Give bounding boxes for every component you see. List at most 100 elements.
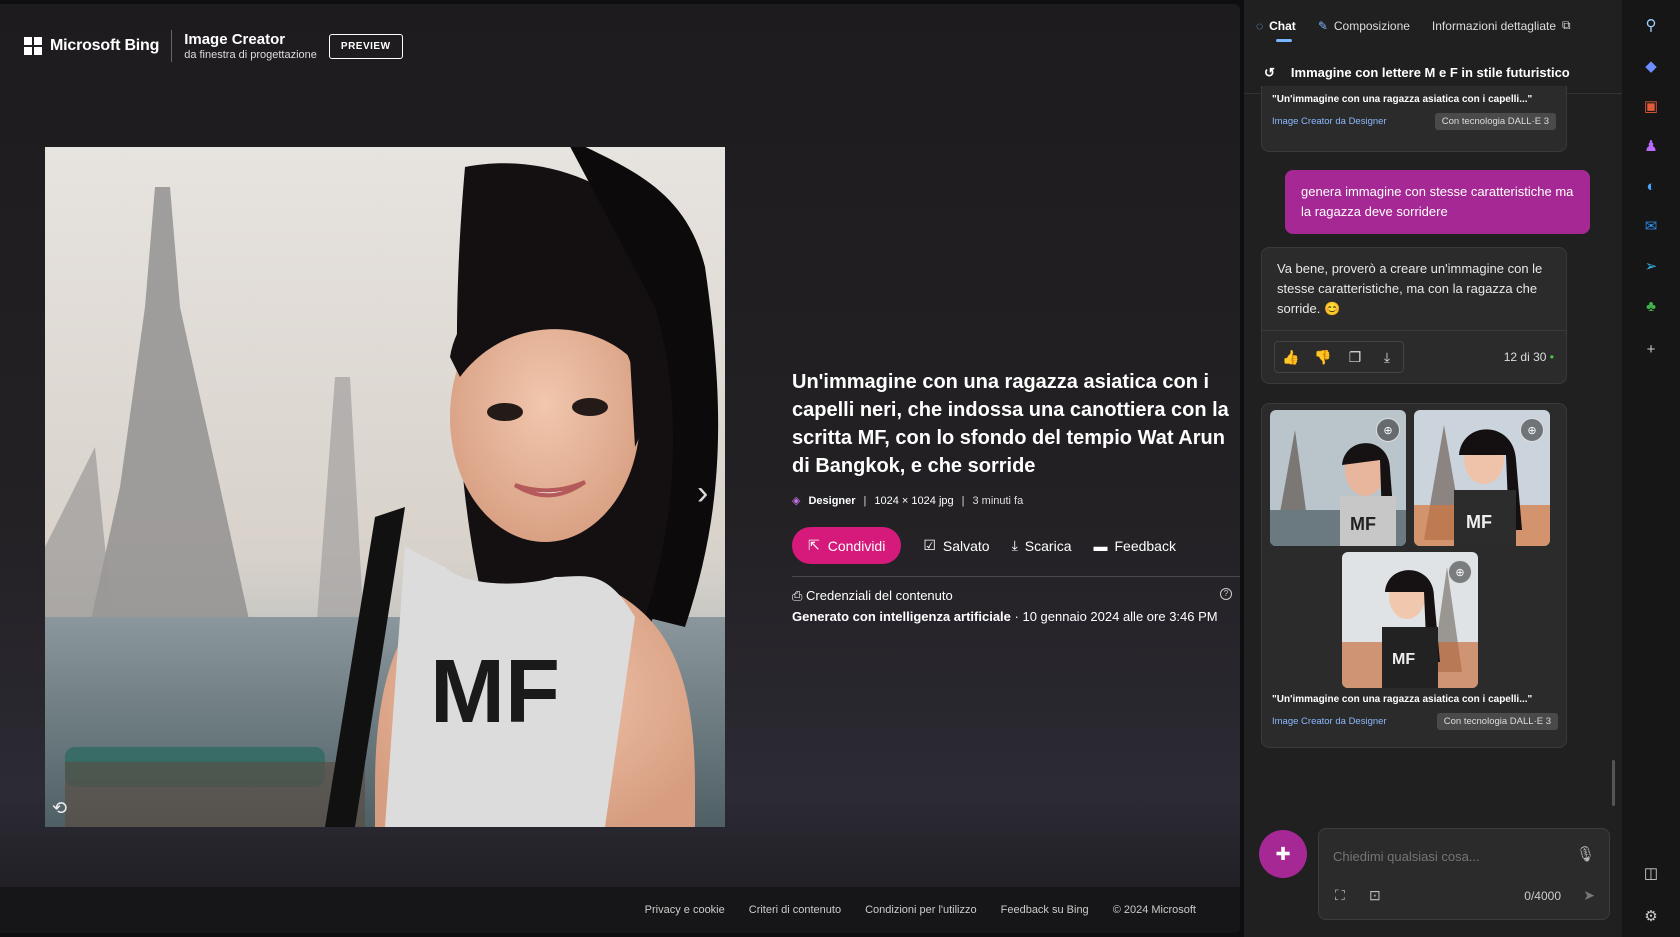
games-icon[interactable]: ♟ — [1640, 135, 1662, 157]
chat-icon: ◌ — [1256, 18, 1264, 33]
image-prompt-title: Un'immagine con una ragazza asiatica con… — [792, 371, 1229, 477]
image-caption: "Un'immagine con una ragazza asiatica co… — [1272, 94, 1533, 105]
app-subtitle: da finestra di progettazione — [184, 49, 317, 61]
tab-compose-label: Composizione — [1333, 18, 1410, 33]
user-message: genera immagine con stesse caratteristic… — [1285, 170, 1590, 234]
windows-logo-icon — [24, 37, 42, 55]
tab-chat[interactable]: ◌ Chat — [1256, 18, 1296, 42]
app-title: Image Creator — [184, 31, 286, 48]
send-icon[interactable]: ➤ — [1583, 887, 1595, 904]
meta-separator: | — [863, 494, 867, 507]
footer-link-feedback[interactable]: Feedback su Bing — [1001, 904, 1089, 916]
bot-message-text: Va bene, proverò a creare un'immagine co… — [1262, 248, 1566, 331]
feedback-button[interactable]: ▬ Feedback — [1093, 538, 1175, 554]
chat-composer: 🎙 ⛶ ⊡ 0/4000 ➤ — [1318, 828, 1610, 920]
download-button[interactable]: ⤓ Scarica — [1012, 537, 1072, 554]
copilot-icon[interactable]: ◐ — [1640, 175, 1662, 197]
toolbox-icon[interactable]: ▣ — [1640, 95, 1662, 117]
screenshot-icon[interactable]: ⛶ — [1335, 887, 1345, 904]
share-button[interactable]: ⇱ Condividi — [792, 527, 902, 564]
bing-logo[interactable]: Microsoft Bing — [24, 37, 159, 55]
send-plane-icon[interactable]: ➢ — [1640, 255, 1662, 277]
char-count: 0/4000 — [1524, 889, 1561, 903]
tab-insights-label: Informazioni dettagliate — [1431, 18, 1556, 33]
copilot-sidebar: ◌ Chat ✎ Composizione Informazioni detta… — [1244, 0, 1622, 937]
search-icon[interactable]: ⚲ — [1640, 14, 1662, 36]
outlook-icon[interactable]: ✉ — [1640, 215, 1662, 237]
svg-text:MF: MF — [1392, 651, 1415, 668]
svg-text:MF: MF — [1350, 514, 1376, 534]
footer-link-terms[interactable]: Condizioni per l'utilizzo — [865, 904, 977, 916]
divider — [171, 30, 173, 62]
share-label: Condividi — [827, 537, 886, 554]
image-creator-link[interactable]: Image Creator da Designer — [1272, 716, 1387, 727]
message-actions: 👍 👎 ❐ ⤓ — [1274, 341, 1404, 373]
thumbs-up-icon[interactable]: 👍 — [1275, 342, 1307, 372]
content-credentials: ⎙ Credenziali del contenuto Generato con… — [792, 588, 1232, 624]
brand-name: Microsoft Bing — [50, 37, 160, 54]
image-caption: "Un'immagine con una ragazza asiatica co… — [1272, 694, 1533, 705]
sidebar-toggle-icon[interactable]: ◫ — [1640, 862, 1662, 884]
tab-insights[interactable]: Informazioni dettagliate ⧉ — [1432, 18, 1571, 33]
chat-input[interactable] — [1333, 849, 1563, 864]
share-icon: ⇱ — [808, 537, 820, 553]
generated-image[interactable]: MF — [45, 147, 725, 827]
download-label: Scarica — [1024, 537, 1072, 554]
credentials-icon: ⎙ — [792, 588, 803, 603]
footer-link-content-policy[interactable]: Criteri di contenuto — [749, 904, 841, 916]
thumbnail-2[interactable]: MF ⊕ — [1414, 410, 1550, 546]
add-icon[interactable]: + — [1640, 338, 1662, 360]
bot-message: Va bene, proverò a creare un'immagine co… — [1261, 247, 1567, 384]
saved-check-icon: ☑ — [923, 537, 936, 553]
edge-side-rail: ⚲ ◆ ▣ ♟ ◐ ✉ ➢ ♣ + ◫ ⚙ — [1622, 0, 1680, 937]
image-grid-card: MF ⊕ MF ⊕ MF ⊕ "Un'immagine con una raga… — [1261, 403, 1567, 748]
microphone-icon[interactable]: 🎙 — [1576, 845, 1595, 863]
tab-compose[interactable]: ✎ Composizione — [1318, 19, 1410, 33]
sidebar-tabs: ◌ Chat ✎ Composizione Informazioni detta… — [1256, 18, 1571, 42]
feedback-icon: ▬ — [1093, 537, 1108, 554]
scrollbar[interactable] — [1612, 760, 1615, 806]
app-title-block: Image Creator da finestra di progettazio… — [184, 31, 317, 61]
content-credentials-pin-icon[interactable]: ⟲ — [52, 798, 67, 819]
image-source: Designer — [808, 494, 856, 507]
dalle-badge: Con tecnologia DALL·E 3 — [1436, 713, 1558, 730]
new-topic-button[interactable]: ✚ — [1259, 830, 1307, 878]
image-dimensions: 1024 × 1024 jpg — [874, 494, 954, 507]
image-time: 3 minuti fa — [972, 494, 1024, 507]
saved-button[interactable]: ☑ Salvato — [923, 537, 989, 554]
tag-icon[interactable]: ◆ — [1640, 55, 1662, 77]
thumbs-down-icon[interactable]: 👎 — [1307, 342, 1339, 372]
visual-search-icon[interactable]: ⊕ — [1448, 560, 1472, 584]
thumbnail-1[interactable]: MF ⊕ — [1270, 410, 1406, 546]
conversation-title: Immagine con lettere M e F in stile futu… — [1290, 65, 1570, 80]
image-actions: ⇱ Condividi ☑ Salvato ⤓ Scarica ▬ Feedba… — [792, 527, 1232, 564]
tab-chat-label: Chat — [1269, 18, 1296, 33]
turn-counter: 12 di 30 — [1504, 350, 1554, 364]
svg-text:MF: MF — [430, 642, 560, 742]
image-upload-icon[interactable]: ⊡ — [1369, 887, 1381, 904]
next-image-chevron-icon[interactable]: › — [697, 474, 708, 513]
tree-icon[interactable]: ♣ — [1640, 295, 1662, 317]
thumbnail-3[interactable]: MF ⊕ — [1342, 552, 1478, 688]
image-result-card: "Un'immagine con una ragazza asiatica co… — [1261, 86, 1567, 152]
new-chat-icon: ✚ — [1275, 843, 1291, 864]
footer-link-privacy[interactable]: Privacy e cookie — [645, 904, 725, 916]
credit-row: Image Creator da Designer Con tecnologia… — [1272, 113, 1556, 130]
history-icon[interactable]: ↺ — [1264, 65, 1275, 81]
image-grid-footer: "Un'immagine con una ragazza asiatica co… — [1272, 694, 1558, 730]
preview-badge[interactable]: PREVIEW — [328, 33, 403, 59]
image-creator-main: Microsoft Bing Image Creator da finestra… — [0, 4, 1240, 933]
image-creator-link[interactable]: Image Creator da Designer — [1272, 116, 1387, 127]
visual-search-icon[interactable]: ⊕ — [1520, 418, 1544, 442]
compose-icon: ✎ — [1317, 18, 1328, 33]
visual-search-icon[interactable]: ⊕ — [1376, 418, 1400, 442]
settings-gear-icon[interactable]: ⚙ — [1640, 905, 1662, 927]
image-meta: ◈ Designer | 1024 × 1024 jpg | 3 minuti … — [792, 494, 1232, 508]
download-icon[interactable]: ⤓ — [1371, 342, 1403, 372]
copy-icon[interactable]: ❐ — [1339, 342, 1371, 372]
help-icon[interactable]: ? — [1220, 588, 1232, 600]
credentials-title: Credenziali del contenuto — [806, 588, 953, 603]
footer: Privacy e cookie Criteri di contenuto Co… — [0, 887, 1240, 933]
credentials-generated: Generato con intelligenza artificiale — [792, 609, 1011, 624]
feedback-label: Feedback — [1114, 537, 1176, 554]
